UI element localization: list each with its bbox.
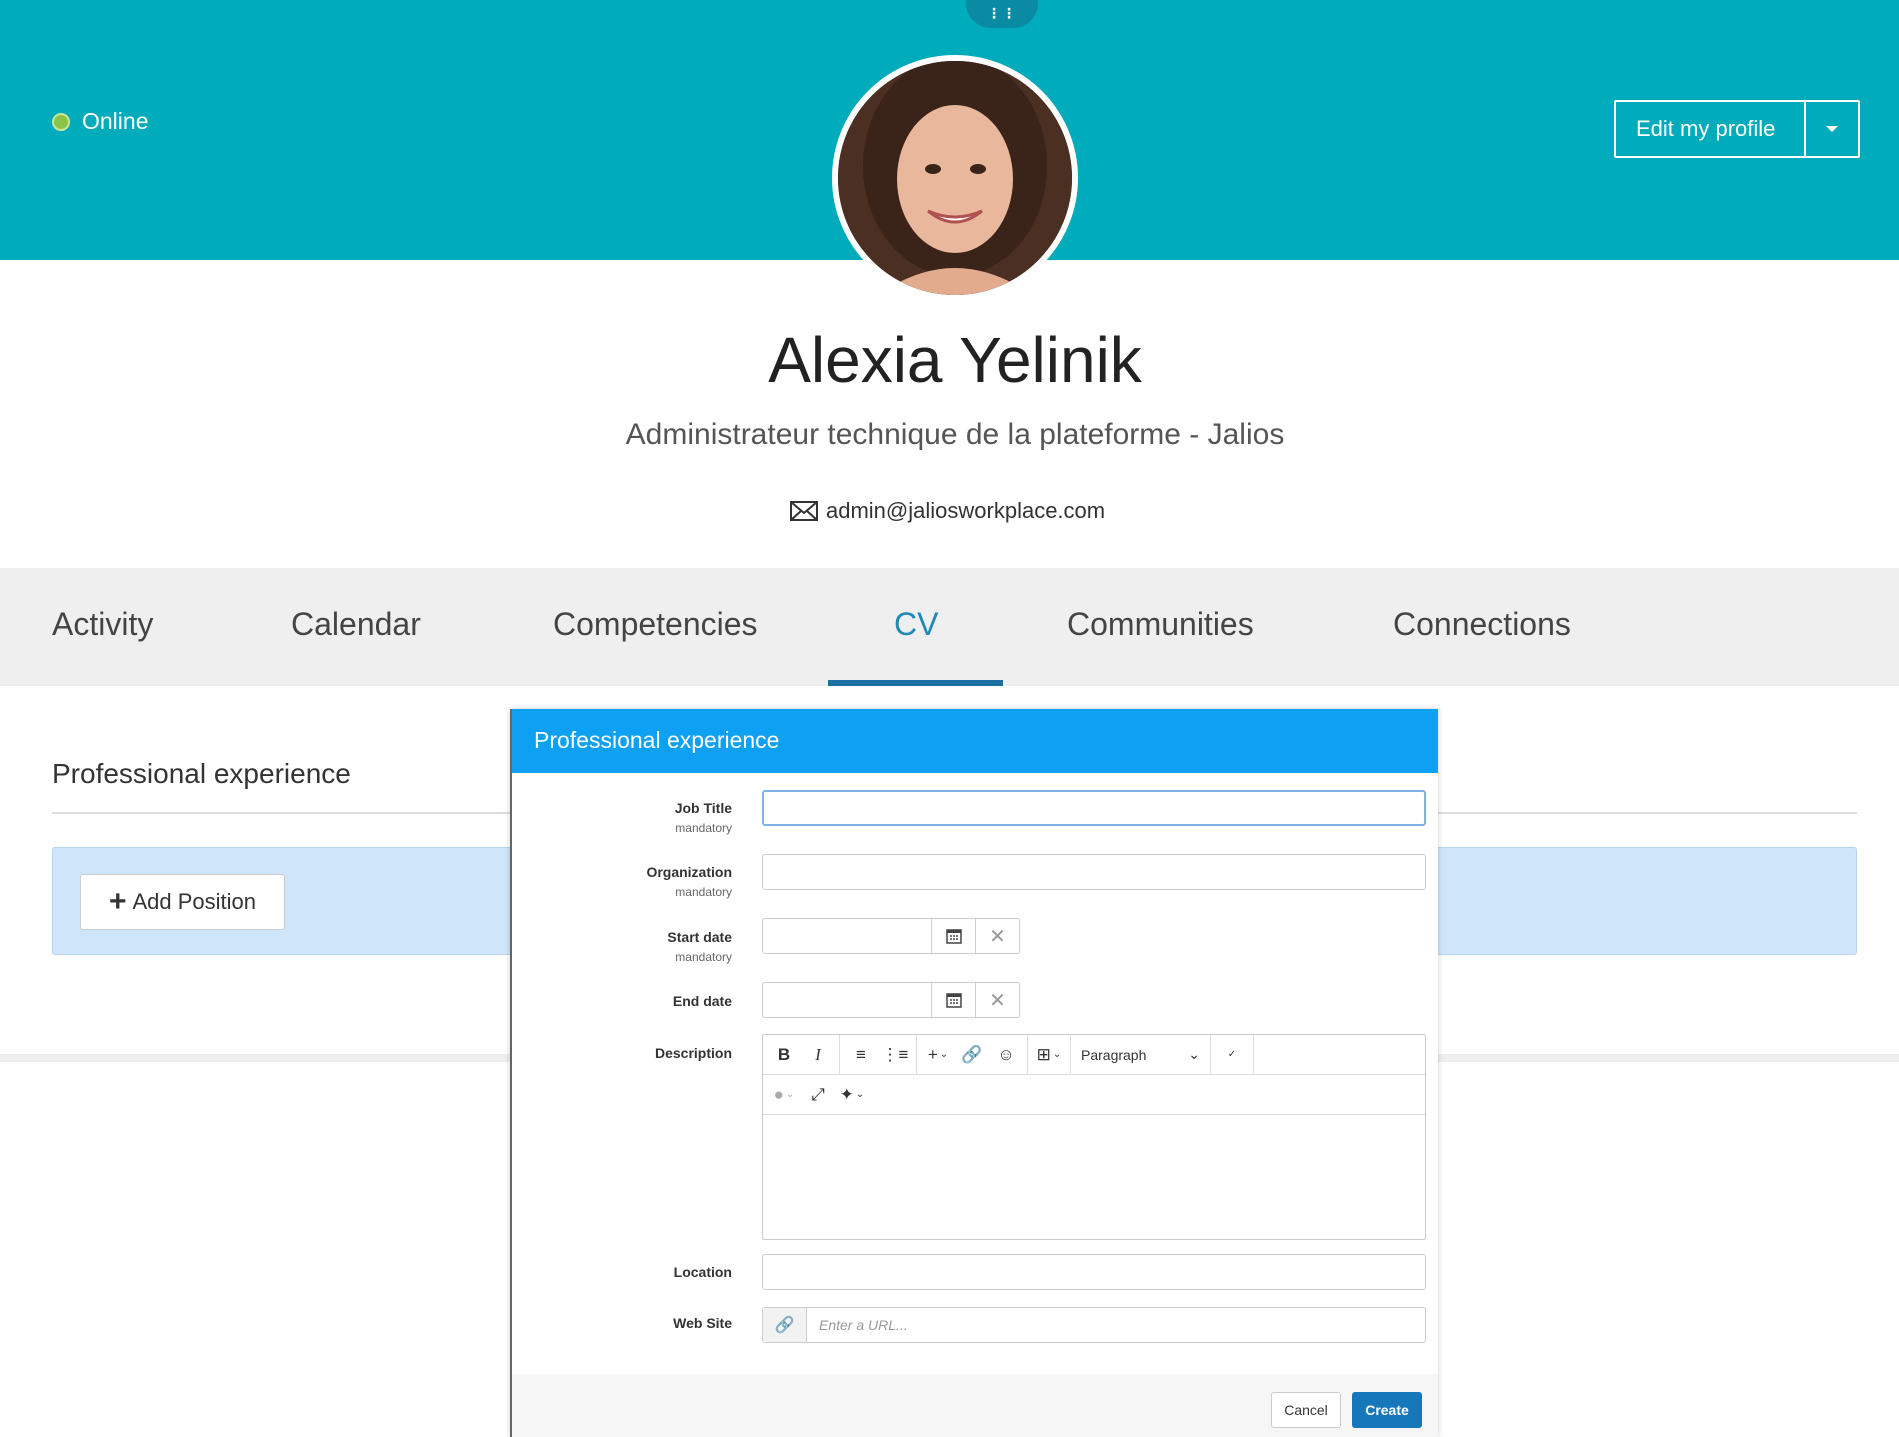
chevron-down-icon [1826,126,1838,132]
description-label: Description [654,1045,732,1061]
table-icon[interactable]: ⊞ ⌄ [1034,1040,1064,1070]
web-site-input[interactable]: Enter a URL... [807,1308,1425,1342]
create-button[interactable]: Create [1352,1392,1422,1428]
clear-icon[interactable]: ✕ [975,983,1019,1017]
web-site-field: 🔗 Enter a URL... [762,1307,1426,1343]
profile-name: Alexia Yelinik [768,324,1142,396]
insert-icon[interactable]: + ⌄ [923,1040,953,1070]
clear-icon[interactable]: ✕ [975,919,1019,953]
drag-handle-icon[interactable]: ⋮⋮ [966,0,1038,28]
online-status: Online [52,108,148,135]
link-icon: 🔗 [763,1308,807,1342]
dialog-title: Professional experience [512,709,1438,773]
text-color-icon[interactable]: ● ⌄ [769,1080,799,1110]
start-date-hint: mandatory [675,950,732,964]
end-date-input[interactable] [763,983,931,1017]
bullet-list-icon[interactable]: ⋮≡ [880,1040,910,1070]
end-date-picker: ✕ [762,982,1020,1018]
paragraph-format-value: Paragraph [1081,1046,1147,1063]
status-label: Online [82,108,149,134]
bold-icon[interactable]: B [769,1040,799,1070]
organization-hint: mandatory [675,885,732,899]
plus-icon: + [108,885,127,918]
job-title-hint: mandatory [675,821,732,835]
status-dot-icon [52,112,70,131]
start-date-label: Start date [667,929,732,945]
description-textarea[interactable] [763,1115,1425,1239]
paragraph-format-select[interactable]: Paragraph ⌄ [1071,1034,1211,1075]
fullscreen-icon[interactable]: ⤢ [803,1080,833,1110]
end-date-label: End date [672,993,732,1009]
tab-cv[interactable]: CV [894,606,938,643]
active-tab-indicator [828,680,1003,686]
section-title: Professional experience [52,758,351,789]
organization-input[interactable] [762,854,1426,890]
tab-communities[interactable]: Communities [1067,606,1254,643]
tab-calendar[interactable]: Calendar [291,606,421,643]
editor-toolbar: B I ≡ ⋮≡ + ⌄ 🔗 ☺ ⊞ ⌄ Paragraph ⌄ ✓ [763,1034,1425,1075]
envelope-icon [790,501,818,521]
dialog-footer: Cancel Create [512,1374,1438,1437]
start-date-picker: ✕ [762,918,1020,954]
spellcheck-icon[interactable]: ✓ [1217,1040,1247,1070]
email-label: admin@jaliosworkplace.com [826,498,1106,523]
job-title-label: Job Title [674,800,732,816]
chevron-down-icon: ⌄ [1188,1046,1200,1062]
link-icon[interactable]: 🔗 [957,1040,987,1070]
magic-wand-icon[interactable]: ✦ ⌄ [837,1080,867,1110]
edit-profile-dropdown-button[interactable] [1804,102,1858,156]
italic-icon[interactable]: I [803,1040,833,1070]
calendar-icon[interactable] [931,983,975,1017]
organization-label: Organization [646,864,732,880]
description-editor: B I ≡ ⋮≡ + ⌄ 🔗 ☺ ⊞ ⌄ Paragraph ⌄ ✓ ● ⌄ ⤢… [762,1034,1426,1240]
calendar-icon[interactable] [931,919,975,953]
tab-connections[interactable]: Connections [1393,606,1571,643]
emoji-icon[interactable]: ☺ [991,1040,1021,1070]
profile-tabs: Activity Calendar Competencies CV Commun… [0,568,1899,686]
cancel-button[interactable]: Cancel [1271,1392,1341,1428]
location-input[interactable] [762,1254,1426,1290]
profile-job-title: Administrateur technique de la plateform… [625,418,1285,451]
numbered-list-icon[interactable]: ≡ [846,1040,876,1070]
profile-email[interactable]: admin@jaliosworkplace.com [790,498,1105,524]
tab-activity[interactable]: Activity [52,606,153,643]
web-site-label: Web Site [673,1315,732,1331]
professional-experience-dialog: Professional experience Job Title mandat… [510,709,1438,1437]
tab-competencies[interactable]: Competencies [553,606,758,643]
avatar[interactable] [832,55,1078,301]
edit-profile-group: Edit my profile [1614,100,1860,158]
location-label: Location [673,1264,732,1280]
add-position-button[interactable]: + Add Position [80,874,285,930]
job-title-input[interactable] [762,790,1426,826]
start-date-input[interactable] [763,919,931,953]
edit-profile-button[interactable]: Edit my profile [1616,102,1804,156]
add-position-label: Add Position [132,889,257,914]
editor-toolbar-secondary: ● ⌄ ⤢ ✦ ⌄ [763,1075,1425,1115]
